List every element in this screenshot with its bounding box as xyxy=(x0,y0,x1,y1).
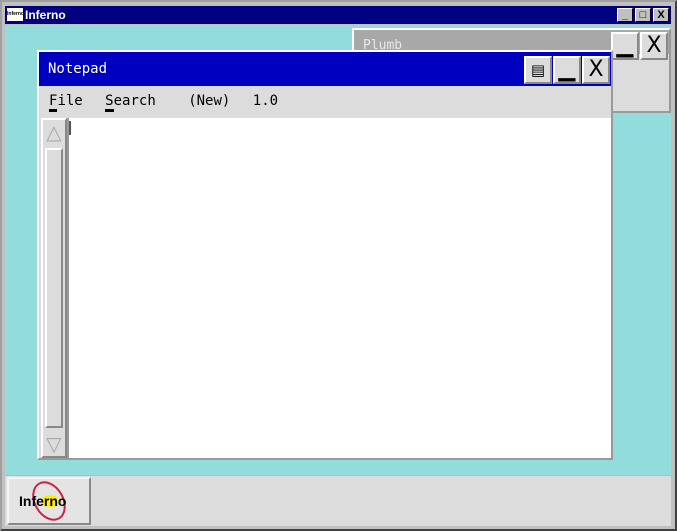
inferno-title: Inferno xyxy=(25,8,66,22)
minimize-button[interactable]: _ xyxy=(617,8,633,22)
inferno-logo-icon: Inferno xyxy=(19,481,66,521)
svg-text:Inferno: Inferno xyxy=(19,493,66,509)
notepad-title: Notepad xyxy=(48,61,108,77)
menu-file[interactable]: File xyxy=(49,93,83,112)
vertical-scrollbar[interactable]: △ ▽ xyxy=(41,118,67,458)
menu-search[interactable]: Search xyxy=(105,93,156,112)
notepad-maximize-button[interactable]: ▁ xyxy=(553,56,581,84)
text-caret xyxy=(69,121,71,135)
scroll-thumb[interactable] xyxy=(45,148,63,428)
notepad-close-button[interactable]: X xyxy=(582,56,610,84)
maximize-button[interactable]: □ xyxy=(635,8,651,22)
inferno-title-bar[interactable]: Inferno Inferno _ □ X xyxy=(5,6,671,24)
close-button[interactable]: X xyxy=(653,8,669,22)
menu-bar: File Search (New) 1.0 xyxy=(39,86,611,117)
plumb-maximize-button[interactable]: ▁ xyxy=(611,32,639,60)
restore-button[interactable]: ▤ xyxy=(524,56,552,84)
text-editor-area[interactable] xyxy=(67,118,611,458)
notepad-window[interactable]: Notepad ▤ ▁ X File Search (New) 1.0 △ ▽ xyxy=(37,50,613,460)
scroll-down-arrow-icon[interactable]: ▽ xyxy=(44,432,64,456)
version-label: 1.0 xyxy=(252,93,279,109)
plumb-close-button[interactable]: X xyxy=(640,32,668,60)
file-status: (New) xyxy=(188,93,231,109)
taskbar xyxy=(5,475,671,526)
scroll-up-arrow-icon[interactable]: △ xyxy=(44,120,64,144)
start-button[interactable]: Inferno xyxy=(7,477,91,525)
inferno-app-icon: Inferno xyxy=(7,8,23,21)
